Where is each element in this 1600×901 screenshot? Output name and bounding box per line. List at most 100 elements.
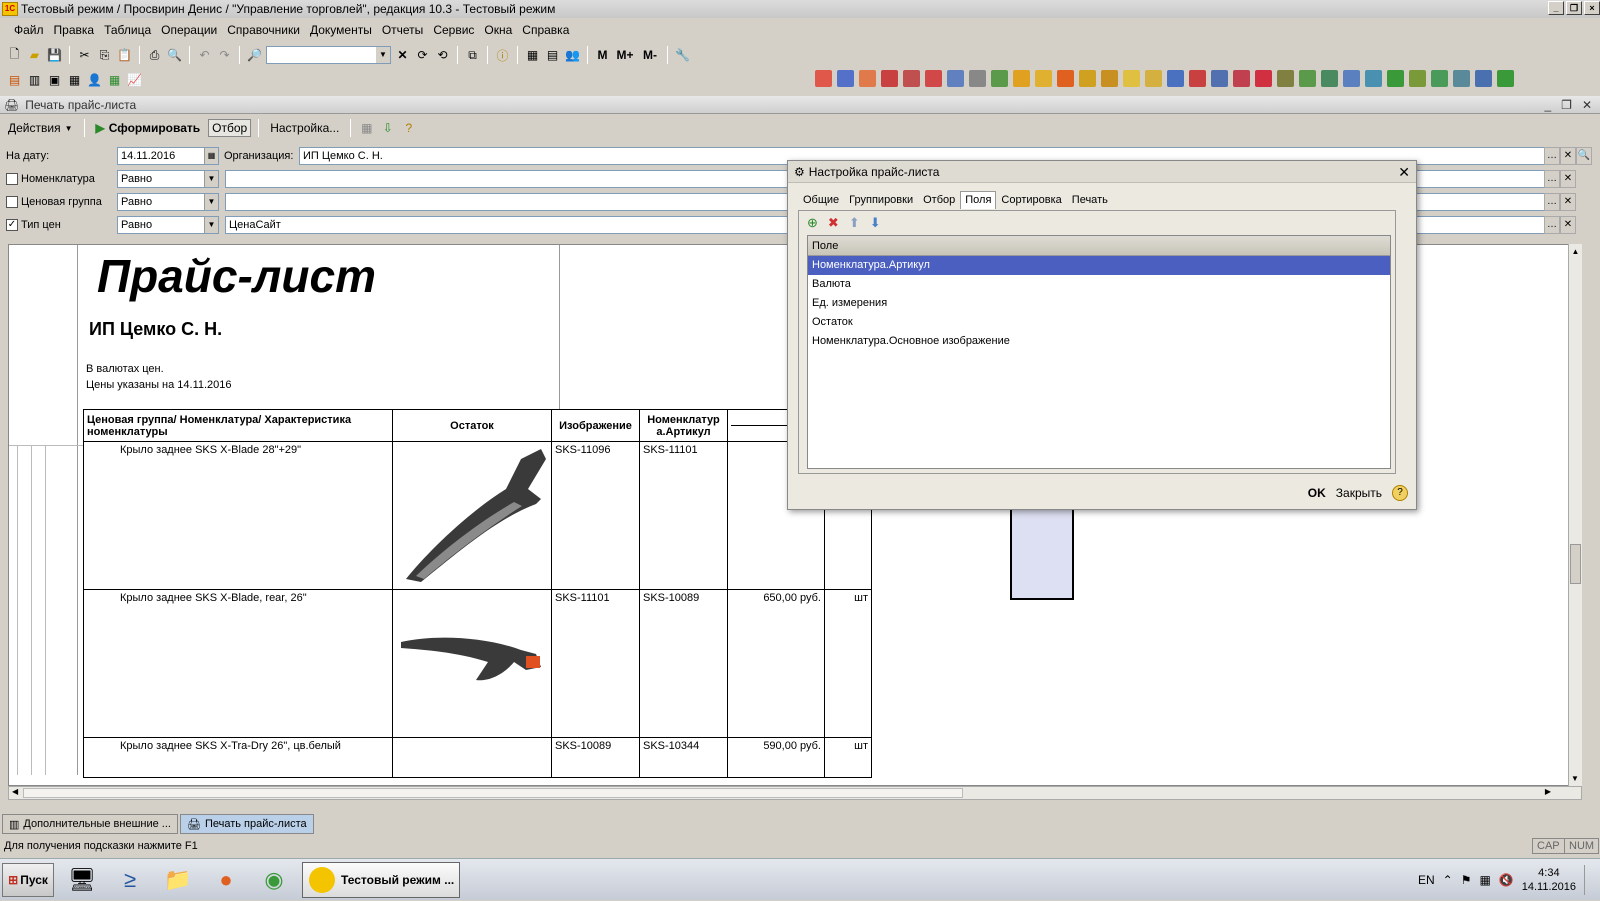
find-prev-icon[interactable]: ⟲ [434,47,451,64]
list-item[interactable]: Номенклатура.Артикул [808,256,1390,275]
org-select-button[interactable]: … [1544,147,1560,165]
chevron-down-icon[interactable]: ▼ [204,171,218,187]
journal-icon[interactable]: ▣ [46,72,63,89]
price-group-clear-button[interactable]: ✕ [1560,193,1576,211]
calculator-icon[interactable]: ▦ [524,47,541,64]
doc-report-icon[interactable] [947,70,964,87]
info-icon[interactable]: ⓘ [494,47,511,64]
doc-return-icon[interactable] [881,70,898,87]
undo-icon[interactable]: ↶ [196,47,213,64]
filter-button[interactable]: Отбор [208,119,252,137]
doc-m-icon[interactable] [1475,70,1492,87]
network-icon[interactable]: ▦ [1479,873,1490,887]
find-next-icon[interactable]: ⟳ [414,47,431,64]
table-icon[interactable]: ▦ [106,72,123,89]
menu-operations[interactable]: Операции [161,23,217,37]
chevron-down-icon[interactable]: ▼ [204,217,218,233]
doc-move-icon[interactable] [925,70,942,87]
menu-file[interactable]: Файл [14,23,44,37]
add-icon[interactable]: ⊕ [807,215,818,231]
doc-a-icon[interactable] [1211,70,1228,87]
powershell-icon[interactable]: ≥ [110,863,150,897]
new-icon[interactable]: 🗋 [6,47,23,64]
doc-order-icon[interactable] [815,70,832,87]
firefox-icon[interactable]: ● [206,863,246,897]
actions-button[interactable]: Действия ▼ [4,119,77,137]
doc-l-icon[interactable] [1453,70,1470,87]
doc-i-icon[interactable] [1387,70,1404,87]
dialog-close-icon[interactable]: ✕ [1398,164,1410,181]
start-button[interactable]: ⊞ Пуск [2,862,54,897]
doc-transfer-icon[interactable] [903,70,920,87]
generate-button[interactable]: ▶ Сформировать [92,119,205,137]
nomenclature-checkbox[interactable] [6,173,18,185]
users-icon[interactable]: 👥 [564,47,581,64]
chrome-icon[interactable]: ◉ [254,863,294,897]
menu-catalogs[interactable]: Справочники [227,23,300,37]
nomenclature-condition-select[interactable]: Равно ▼ [117,170,219,188]
open-icon[interactable]: ▰ [26,47,43,64]
coins-2-icon[interactable] [1035,70,1052,87]
restore-button[interactable]: ❐ [1566,1,1582,15]
tray-expand-icon[interactable]: ⌃ [1443,873,1453,887]
paste-icon[interactable]: 📋 [116,47,133,64]
menu-reports[interactable]: Отчеты [382,23,423,37]
move-down-icon[interactable]: ⬇ [870,215,881,231]
preview-icon[interactable]: 🔍 [166,47,183,64]
price-type-checkbox[interactable]: ✓ [6,219,18,231]
help-icon[interactable]: ? [400,120,417,137]
doc-n-icon[interactable] [1497,70,1514,87]
doc-list-2-icon[interactable] [969,70,986,87]
close-button[interactable]: × [1584,1,1600,15]
date-field[interactable]: 14.11.2016 ▦ [117,147,219,165]
move-up-icon[interactable]: ⬆ [849,215,860,231]
doc-e-icon[interactable] [1299,70,1316,87]
menu-service[interactable]: Сервис [433,23,474,37]
horizontal-scrollbar[interactable]: ◀ ▶ [8,786,1582,800]
payment-icon[interactable] [1145,70,1162,87]
tab-filter[interactable]: Отбор [918,191,960,209]
org-clear-button[interactable]: ✕ [1560,147,1576,165]
scroll-left-icon[interactable]: ◀ [12,787,18,796]
wrench-icon[interactable]: 🔧 [674,47,691,64]
bank-icon[interactable] [1101,70,1118,87]
copy-icon[interactable]: ⎘ [96,47,113,64]
chevron-down-icon[interactable]: ▼ [204,194,218,210]
volume-icon[interactable]: 🔇 [1499,873,1514,887]
scroll-right-icon[interactable]: ▶ [1545,787,1551,796]
menu-documents[interactable]: Документы [310,23,372,37]
memory-m-button[interactable]: M [594,47,611,64]
list-item[interactable]: Номенклатура.Основное изображение [808,332,1390,351]
language-indicator[interactable]: EN [1418,873,1435,887]
load-icon[interactable]: ⇩ [379,120,396,137]
explorer-icon[interactable]: 📁 [158,863,198,897]
tab-print-price-list[interactable]: 🖨 Печать прайс-листа [179,814,314,834]
doc-f-icon[interactable] [1321,70,1338,87]
ok-button[interactable]: OK [1308,486,1326,500]
cash-icon[interactable] [1123,70,1140,87]
clear-icon[interactable]: ✕ [394,47,411,64]
doc-d-icon[interactable] [1277,70,1294,87]
flag-icon[interactable]: ⚑ [1461,873,1472,887]
table-row[interactable]: Крыло заднее SKS X-Tra-Dry 26", цв.белый… [83,737,872,778]
coins-icon[interactable] [1013,70,1030,87]
nomenclature-clear-button[interactable]: ✕ [1560,170,1576,188]
save-icon[interactable]: 💾 [46,47,63,64]
cut-icon[interactable]: ✂ [76,47,93,64]
org-open-button[interactable]: 🔍 [1576,147,1592,165]
chart-icon[interactable]: 📈 [126,72,143,89]
server-manager-icon[interactable]: 🖥 [62,863,102,897]
settings-button[interactable]: Настройка... [266,119,343,137]
doc-h-icon[interactable] [1365,70,1382,87]
doc-receipt-icon[interactable] [859,70,876,87]
coins-3-icon[interactable] [1057,70,1074,87]
scroll-down-icon[interactable]: ▼ [1569,774,1581,783]
calendar-icon[interactable]: ▤ [544,47,561,64]
table-row[interactable]: Крыло заднее SKS X-Blade, rear, 26" SKS-… [83,589,872,738]
scroll-hthumb[interactable] [23,788,963,798]
people-icon[interactable]: 👤 [86,72,103,89]
memory-mplus-button[interactable]: M+ [614,47,636,64]
clock[interactable]: 4:34 14.11.2016 [1522,866,1576,894]
print-icon[interactable]: ⎙ [146,47,163,64]
money-icon[interactable] [1079,70,1096,87]
